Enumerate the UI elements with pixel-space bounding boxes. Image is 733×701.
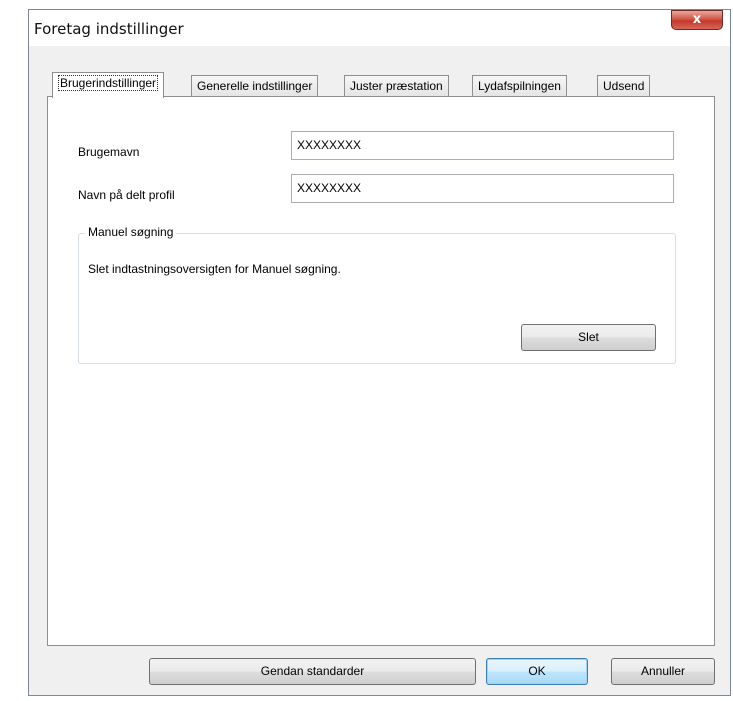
cancel-button[interactable]: Annuller — [611, 658, 715, 685]
username-label: Brugemavn — [78, 145, 140, 159]
tab-label: Brugerindstillinger — [58, 75, 159, 91]
tab-lydafspilningen[interactable]: Lydafspilningen — [472, 75, 567, 97]
tab-label: Lydafspilningen — [478, 79, 561, 93]
tab-juster-praestation[interactable]: Juster præstation — [344, 75, 449, 97]
tab-brugerindstillinger[interactable]: Brugerindstillinger — [52, 72, 165, 98]
manual-search-title: Manuel søgning — [85, 225, 177, 239]
tab-label: Generelle indstillinger — [197, 79, 313, 93]
tab-udsend[interactable]: Udsend — [597, 75, 651, 97]
manual-search-description: Slet indtastningsoversigten for Manuel s… — [88, 262, 341, 276]
tab-generelle-indstillinger[interactable]: Generelle indstillinger — [191, 75, 319, 97]
manual-search-group: Manuel søgning Slet indtastningsoversigt… — [78, 225, 676, 364]
tab-panel-brugerindstillinger: Brugemavn XXXXXXXX Navn på delt profil X… — [47, 96, 715, 646]
close-button[interactable]: x — [671, 10, 723, 30]
title-bar: Foretag indstillinger x — [29, 10, 730, 46]
shared-profile-label: Navn på delt profil — [78, 188, 175, 202]
dialog-title: Foretag indstillinger — [34, 20, 184, 38]
shared-profile-field[interactable]: XXXXXXXX — [291, 174, 674, 203]
restore-defaults-button[interactable]: Gendan standarder — [149, 658, 476, 685]
delete-history-button[interactable]: Slet — [521, 324, 656, 351]
tab-label: Juster præstation — [350, 79, 443, 93]
tab-label: Udsend — [603, 79, 645, 93]
close-icon: x — [692, 12, 702, 27]
settings-dialog: Foretag indstillinger x Brugerindstillin… — [28, 9, 731, 696]
username-field[interactable]: XXXXXXXX — [291, 131, 674, 160]
ok-button[interactable]: OK — [486, 658, 588, 685]
